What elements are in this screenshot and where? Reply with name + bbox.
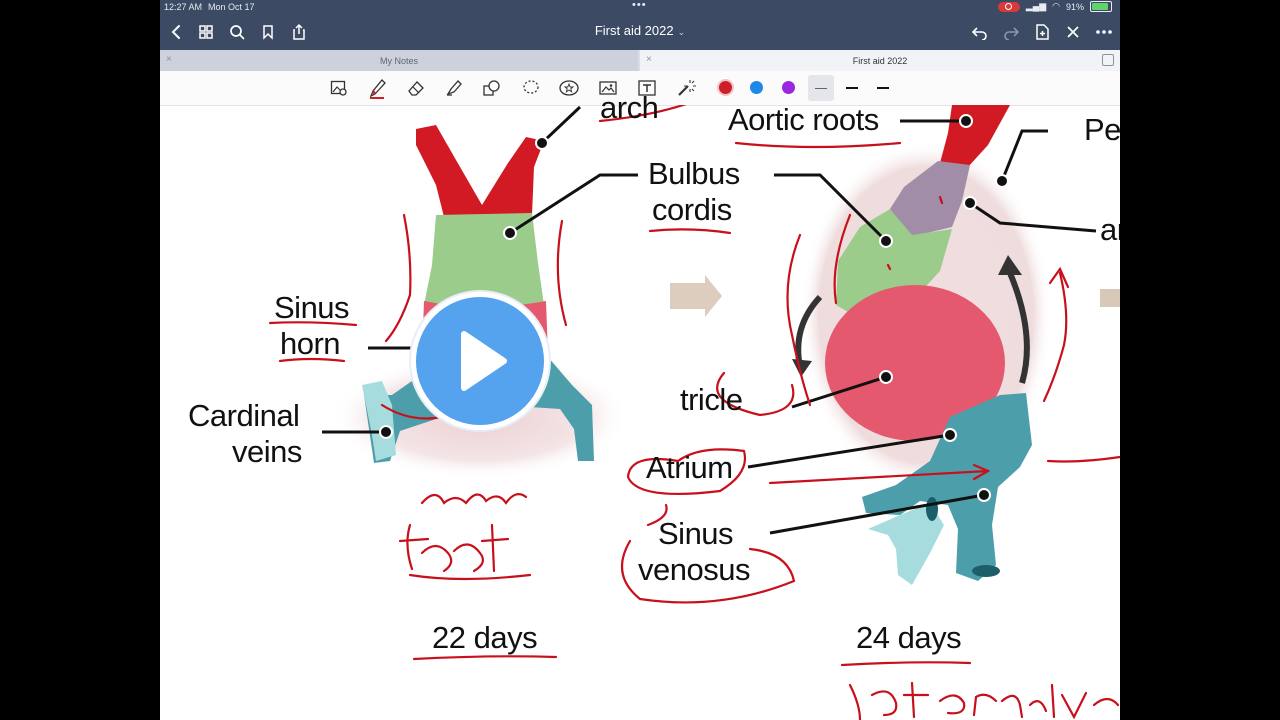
screen-record-icon <box>997 1 1020 12</box>
signal-icon: ▂▄▆ <box>1025 1 1047 11</box>
label-ventricle: tricle <box>680 382 743 417</box>
pen-icon <box>369 79 386 99</box>
more-icon <box>1096 30 1112 34</box>
tab-label: My Notes <box>379 55 418 66</box>
label-22-days: 22 days <box>432 620 538 655</box>
heart-24-days <box>747 105 1097 585</box>
color-swatch-red[interactable] <box>719 81 732 94</box>
label-cardinal-1: Cardinal <box>188 398 300 433</box>
close-button[interactable] <box>1061 20 1085 44</box>
ipad-screen: 12:27 AM Mon Oct 17 ••• ▂▄▆ ◠ 91% First … <box>160 0 1120 720</box>
lasso-tool[interactable] <box>520 77 542 99</box>
sticker-icon <box>559 80 579 96</box>
split-view-icon[interactable] <box>1102 54 1114 66</box>
nav-bar: First aid 2022 ⌄ <box>160 14 1120 50</box>
close-icon <box>1067 26 1079 38</box>
stroke-medium[interactable] <box>846 87 858 89</box>
stroke-thick[interactable] <box>877 87 889 89</box>
aortic-arch-shape <box>416 125 544 221</box>
status-bar: 12:27 AM Mon Oct 17 ••• ▂▄▆ ◠ 91% <box>160 0 1120 14</box>
document-title-text: First aid 2022 <box>594 23 674 38</box>
vein-opening <box>972 565 1000 577</box>
image-zoom-tool[interactable] <box>328 77 350 99</box>
status-right: ▂▄▆ ◠ 91% <box>997 1 1112 12</box>
shapes-icon <box>483 80 500 96</box>
label-sinus-venosus-1: Sinus <box>658 516 734 551</box>
battery-icon <box>1090 1 1112 12</box>
battery-percent: 91% <box>1065 1 1084 12</box>
label-24-days: 24 days <box>856 620 962 655</box>
multitask-dots-icon[interactable]: ••• <box>632 0 647 11</box>
tab-bar: × My Notes × First aid 2022 <box>160 50 1120 71</box>
label-cordis: cordis <box>652 192 732 227</box>
image-zoom-icon <box>330 80 347 96</box>
label-atrium: Atrium <box>646 450 733 485</box>
label-ar: ar <box>1100 212 1120 247</box>
stroke-thin[interactable] <box>815 88 827 89</box>
label-arch: arch <box>600 90 659 125</box>
redo-button[interactable] <box>999 20 1023 44</box>
undo-button[interactable] <box>968 20 992 44</box>
shapes-tool[interactable] <box>481 77 503 99</box>
status-time: 12:27 AM <box>164 2 203 12</box>
vein-opening-2 <box>926 497 938 521</box>
edge-arrow-icon <box>1100 289 1120 307</box>
color-swatch-blue[interactable] <box>750 81 763 94</box>
undo-icon <box>971 27 987 40</box>
heart-development-diagram <box>268 105 1120 720</box>
lasso-icon <box>523 80 539 94</box>
status-date: Mon Oct 17 <box>208 2 255 12</box>
eraser-tool[interactable] <box>405 77 427 99</box>
label-sinus-venosus-2: venosus <box>638 552 750 587</box>
label-cardinal-2: veins <box>232 434 302 469</box>
laser-pointer-icon <box>678 80 696 96</box>
add-page-icon <box>1036 24 1049 40</box>
more-button[interactable] <box>1092 20 1116 44</box>
sticker-tool[interactable] <box>558 77 580 99</box>
wifi-icon: ◠ <box>1052 1 1060 11</box>
eraser-icon <box>408 81 424 96</box>
label-bulbus: Bulbus <box>648 156 740 191</box>
tab-label: First aid 2022 <box>852 55 908 66</box>
chevron-down-icon: ⌄ <box>677 27 686 37</box>
note-canvas[interactable]: arch Aortic roots Pe ar Bulbus cordis Si… <box>160 91 1120 720</box>
color-swatch-purple[interactable] <box>782 81 795 94</box>
label-pe: Pe <box>1084 112 1120 147</box>
add-page-button[interactable] <box>1030 20 1054 44</box>
highlighter-tool[interactable] <box>443 77 465 99</box>
tab-first-aid[interactable]: × First aid 2022 <box>640 50 1120 71</box>
pen-tool[interactable] <box>366 77 388 99</box>
close-tab-icon[interactable]: × <box>646 54 652 65</box>
label-aortic-roots: Aortic roots <box>728 102 879 137</box>
highlighter-icon <box>446 80 462 96</box>
play-icon <box>461 331 507 391</box>
label-sinus-horn-1: Sinus <box>274 290 350 325</box>
tab-my-notes[interactable]: × My Notes <box>160 50 638 71</box>
laser-pointer-tool[interactable] <box>675 77 697 99</box>
label-sinus-horn-2: horn <box>280 326 341 361</box>
video-play-button[interactable] <box>411 292 549 430</box>
close-tab-icon[interactable]: × <box>166 54 172 65</box>
transition-arrow-icon <box>670 275 722 317</box>
aortic-roots-shape <box>940 105 1010 167</box>
redo-icon <box>1004 27 1020 40</box>
